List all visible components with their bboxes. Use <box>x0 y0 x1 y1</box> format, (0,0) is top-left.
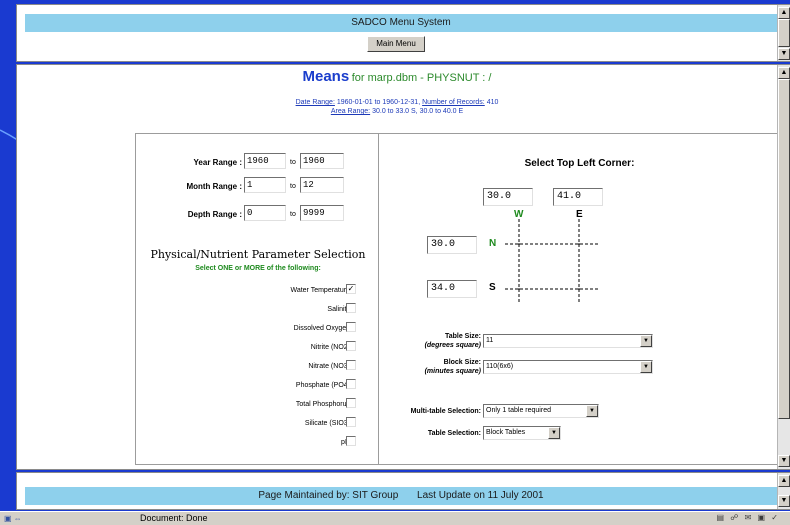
range-parameter-panel: Year Range : 1960 to 1960 Month Range : … <box>135 133 379 465</box>
chevron-down-icon[interactable]: ▼ <box>548 427 560 439</box>
scroll-down-icon[interactable]: ▼ <box>778 48 790 60</box>
year-to-input[interactable]: 1960 <box>300 153 344 169</box>
n-label: N <box>489 238 497 249</box>
footer-bar: Page Maintained by: SIT Group Last Updat… <box>25 487 777 505</box>
depth-to-input[interactable]: 9999 <box>300 205 344 221</box>
bottom-scrollbar[interactable]: ▲ ▼ <box>777 473 790 509</box>
longitude-west-input[interactable]: 30.0 <box>483 188 533 206</box>
corner-grid-diagram <box>505 219 599 304</box>
page-title: Means for marp.dbm - PHYSNUT : / <box>17 68 777 85</box>
param-checkbox-water-temperature[interactable]: ✓ <box>346 284 356 294</box>
scroll-up-icon[interactable]: ▲ <box>778 7 790 19</box>
block-size-unit: (minutes square) <box>424 368 481 375</box>
main-frame: Means for marp.dbm - PHYSNUT : / Date Ra… <box>16 64 790 470</box>
maintained-by-text: Page Maintained by: SIT Group <box>258 490 399 501</box>
bottom-frame: Page Maintained by: SIT Group Last Updat… <box>16 472 790 510</box>
w-label: W <box>514 209 524 220</box>
main-menu-button[interactable]: Main Menu <box>367 36 425 52</box>
parameter-section-title: Physical/Nutrient Parameter Selection <box>150 248 366 261</box>
param-checkbox-ph[interactable] <box>346 436 356 446</box>
block-size-label-text: Block Size: <box>443 359 481 366</box>
parameter-section-subtitle: Select ONE or MORE of the following: <box>195 265 321 272</box>
means-label: Means <box>302 68 350 85</box>
main-scrollbar[interactable]: ▲ ▼ <box>777 65 790 469</box>
browser-status-bar: ▣ ⇔ Document: Done ▤ ☍ ✉ ▣ ✓ <box>0 511 790 525</box>
menu-system-title: SADCO Menu System <box>25 14 777 32</box>
area-range-link[interactable]: Area Range: <box>331 108 370 115</box>
scroll-up-icon[interactable]: ▲ <box>778 475 790 487</box>
param-label: Phosphate (PO4) <box>295 382 350 389</box>
param-checkbox-nitrite[interactable] <box>346 341 356 351</box>
param-checkbox-salinity[interactable] <box>346 303 356 313</box>
param-checkbox-dissolved-oxygen[interactable] <box>346 322 356 332</box>
table-selection-select[interactable]: Block Tables ▼ <box>483 426 561 440</box>
status-text: Document: Done <box>140 513 208 523</box>
e-label: E <box>576 209 583 220</box>
month-to-input[interactable]: 12 <box>300 177 344 193</box>
table-size-label-text: Table Size: <box>444 333 481 340</box>
table-size-value: 11 <box>486 337 494 344</box>
table-selection-label: Table Selection: <box>427 430 481 437</box>
corner-selection-panel: Select Top Left Corner: 30.0 41.0 W E 30… <box>378 133 779 465</box>
block-size-label: Block Size: (minutes square) <box>379 358 481 376</box>
param-checkbox-phosphate[interactable] <box>346 379 356 389</box>
to-label: to <box>290 211 296 218</box>
table-selection-value: Block Tables <box>486 429 526 436</box>
scroll-thumb[interactable] <box>778 79 790 419</box>
chevron-down-icon[interactable]: ▼ <box>586 405 598 417</box>
block-size-value: 110(6x6) <box>486 363 514 370</box>
records-link[interactable]: Number of Records: <box>422 99 485 106</box>
page-icon: ▣ ⇔ <box>4 514 22 523</box>
depth-range-label: Depth Range : <box>187 210 242 219</box>
block-size-select[interactable]: 110(6x6) ▼ <box>483 360 653 374</box>
multi-table-label: Multi-table Selection: <box>410 408 481 415</box>
depth-from-input[interactable]: 0 <box>244 205 286 221</box>
scroll-down-icon[interactable]: ▼ <box>778 495 790 507</box>
table-size-unit: (degrees square) <box>424 342 481 349</box>
to-label: to <box>290 183 296 190</box>
chevron-down-icon[interactable]: ▼ <box>640 335 652 347</box>
area-range-value: 30.0 to 33.0 S, 30.0 to 40.0 E <box>372 108 464 115</box>
latitude-south-input[interactable]: 34.0 <box>427 280 477 298</box>
chevron-down-icon[interactable]: ▼ <box>640 361 652 373</box>
to-label: to <box>290 159 296 166</box>
table-size-label: Table Size: (degrees square) <box>379 332 481 350</box>
latitude-north-input[interactable]: 30.0 <box>427 236 477 254</box>
s-label: S <box>489 282 496 293</box>
year-range-label: Year Range : <box>193 158 242 167</box>
year-from-input[interactable]: 1960 <box>244 153 286 169</box>
means-for-text: for marp.dbm - PHYSNUT : / <box>351 72 492 84</box>
date-range-link[interactable]: Date Range: <box>296 99 335 106</box>
month-from-input[interactable]: 1 <box>244 177 286 193</box>
param-checkbox-silicate[interactable] <box>346 417 356 427</box>
month-range-label: Month Range : <box>186 182 242 191</box>
scroll-up-icon[interactable]: ▲ <box>778 67 790 79</box>
records-value: 410 <box>486 99 499 106</box>
last-update-text: Last Update on 11 July 2001 <box>417 490 544 501</box>
param-checkbox-nitrate[interactable] <box>346 360 356 370</box>
scroll-down-icon[interactable]: ▼ <box>778 455 790 467</box>
param-label: Total Phosphorus <box>295 401 350 408</box>
tray-icons: ▤ ☍ ✉ ▣ ✓ <box>716 513 780 522</box>
param-label: Nitrate (NO3) <box>308 363 350 370</box>
param-label: Silicate (SIO3) <box>304 420 350 427</box>
param-label: Nitrite (NO2) <box>310 344 350 351</box>
multi-table-select[interactable]: Only 1 table required ▼ <box>483 404 599 418</box>
date-range-value: 1960-01-01 to 1960-12-31, <box>336 99 421 106</box>
param-label: Dissolved Oxygen <box>293 325 350 332</box>
scroll-thumb[interactable] <box>778 19 790 47</box>
info-line-1: Date Range: 1960-01-01 to 1960-12-31, Nu… <box>17 99 777 106</box>
table-size-select[interactable]: 11 ▼ <box>483 334 653 348</box>
multi-table-value: Only 1 table required <box>486 407 551 414</box>
longitude-east-input[interactable]: 41.0 <box>553 188 603 206</box>
top-frame: SADCO Menu System Main Menu ▲ ▼ <box>16 4 790 62</box>
info-line-2: Area Range: 30.0 to 33.0 S, 30.0 to 40.0… <box>17 108 777 115</box>
top-scrollbar[interactable]: ▲ ▼ <box>777 5 790 61</box>
param-checkbox-total-phosphorus[interactable] <box>346 398 356 408</box>
param-label: Water Temperature <box>290 287 350 294</box>
